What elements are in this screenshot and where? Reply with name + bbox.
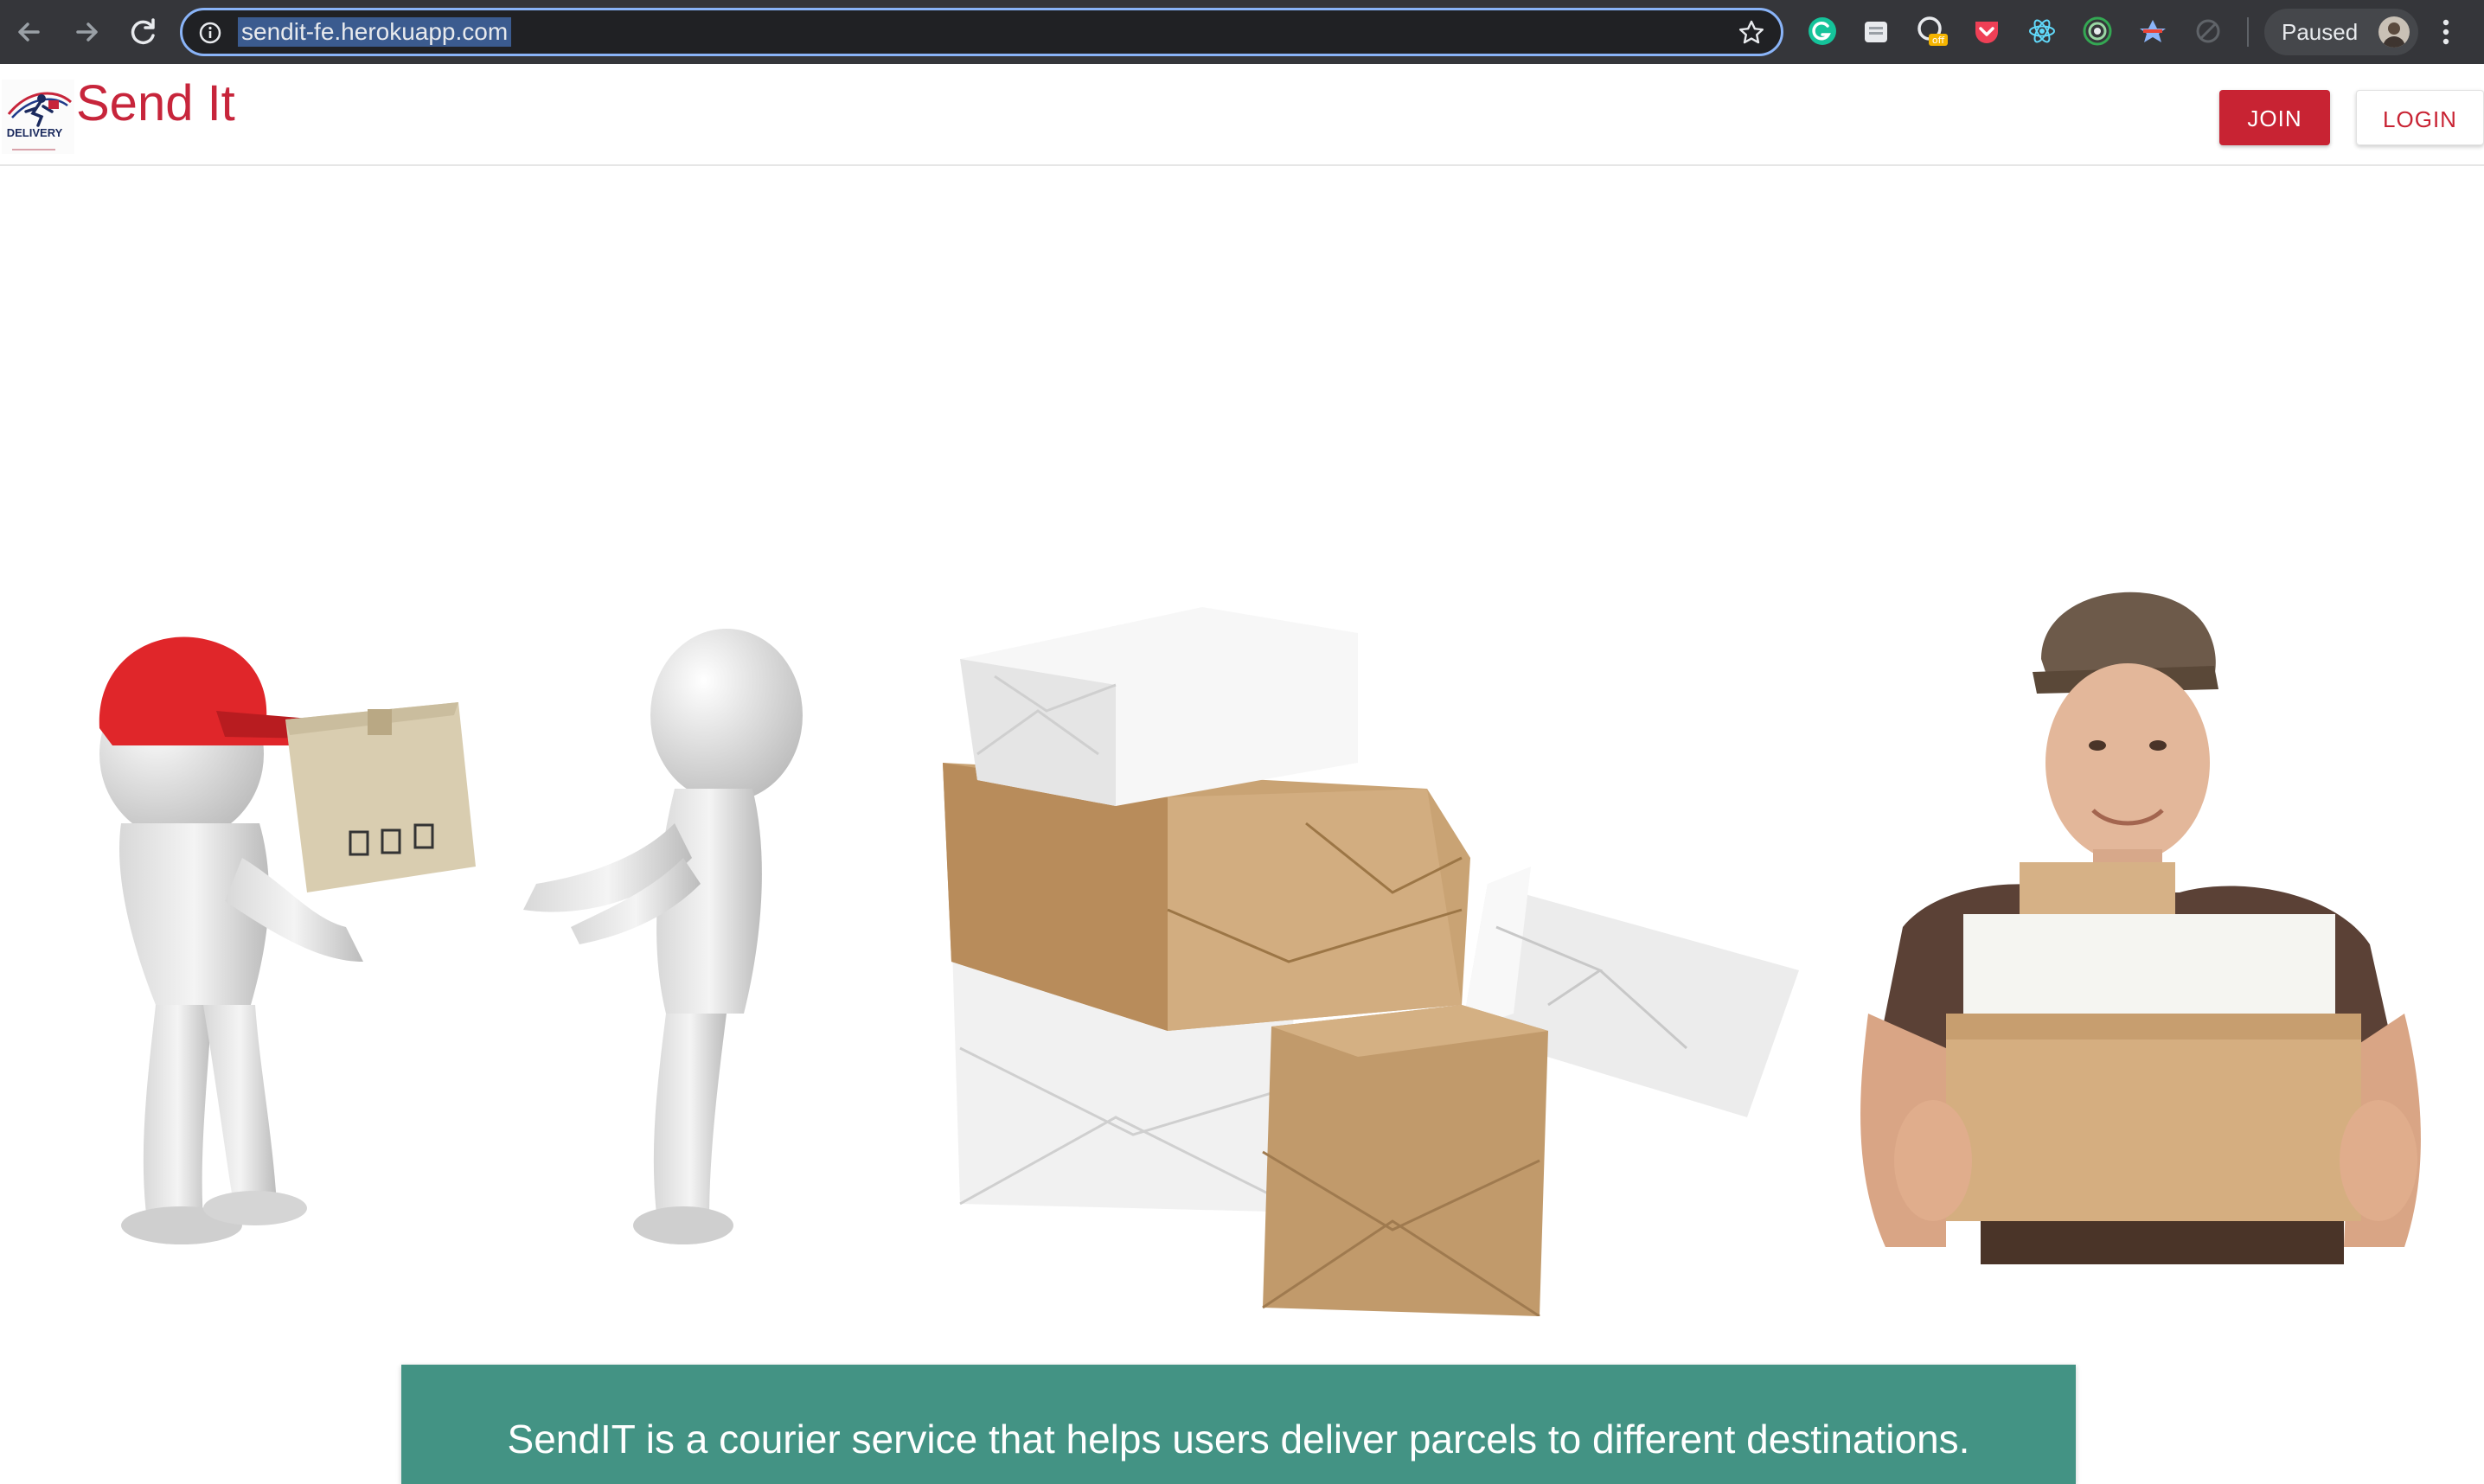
- back-icon[interactable]: [9, 11, 50, 53]
- menu-icon[interactable]: [2436, 14, 2456, 50]
- brand-title[interactable]: Send It: [76, 73, 235, 135]
- logo-text: DELIVERY: [7, 126, 63, 139]
- browser-toolbar: sendit-fe.herokuapp.com off Paused: [0, 0, 2484, 64]
- address-bar[interactable]: sendit-fe.herokuapp.com: [180, 8, 1783, 56]
- delivery-man-image: [1860, 592, 2421, 1264]
- toolbar-separator: [2247, 17, 2249, 47]
- stick-figures-illustration: [99, 629, 803, 1244]
- target-icon[interactable]: [2081, 15, 2114, 48]
- grammarly-icon[interactable]: [1806, 15, 1839, 48]
- screen-capture-icon[interactable]: off: [1915, 15, 1948, 48]
- forward-icon[interactable]: [66, 11, 107, 53]
- logo[interactable]: DELIVERY: [2, 80, 74, 154]
- login-button[interactable]: LOGIN: [2356, 90, 2484, 145]
- hero-section: [0, 166, 2484, 1316]
- profile-label: Paused: [2282, 19, 2359, 45]
- banner-text: SendIT is a courier service that helps u…: [507, 1417, 1970, 1462]
- info-icon[interactable]: [198, 21, 222, 45]
- avatar: [2378, 16, 2410, 48]
- info-banner: SendIT is a courier service that helps u…: [401, 1365, 2076, 1484]
- parcels-stack-image: [943, 607, 1799, 1316]
- pocket-icon[interactable]: [1970, 15, 2003, 48]
- profile-button[interactable]: Paused: [2264, 9, 2418, 55]
- reload-icon[interactable]: [123, 11, 164, 53]
- join-button[interactable]: JOIN: [2219, 90, 2330, 145]
- extension-badge: off: [1932, 35, 1945, 46]
- star-icon[interactable]: [1738, 19, 1765, 47]
- sync-icon[interactable]: [2192, 15, 2225, 48]
- translate-icon[interactable]: [2136, 15, 2169, 48]
- site-header: DELIVERY Send It JOIN LOGIN: [0, 64, 2484, 166]
- url-text[interactable]: sendit-fe.herokuapp.com: [238, 17, 512, 47]
- extension-icon[interactable]: [1860, 15, 1892, 48]
- react-devtools-icon[interactable]: [2026, 15, 2058, 48]
